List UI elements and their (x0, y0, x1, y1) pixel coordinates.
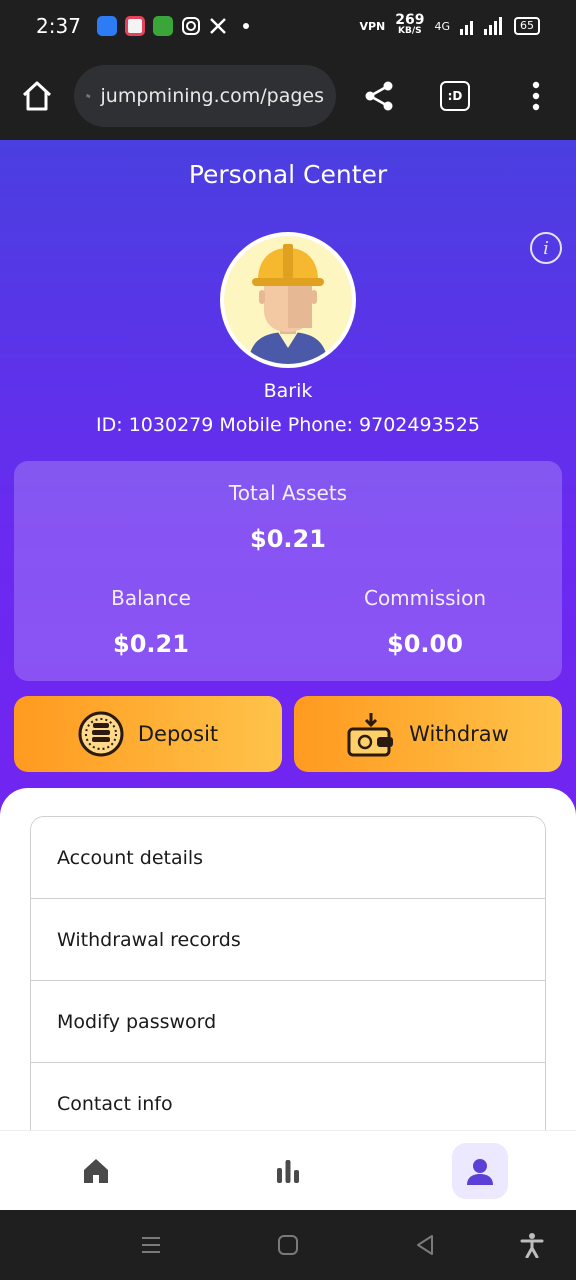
info-icon[interactable]: i (530, 232, 562, 264)
speed-value: 269 (395, 12, 425, 28)
personal-center-page: Personal Center i Barik ID: 1030279 Mobi… (0, 140, 576, 1130)
speed-unit: KB/S (398, 26, 422, 36)
network-speed: 269 KB/S (395, 12, 425, 37)
grid-notification-icon (152, 16, 173, 36)
chart-icon (277, 1159, 299, 1183)
menu-item-account-details[interactable]: Account details (31, 817, 545, 899)
menu-item-label: Account details (57, 846, 204, 869)
site-settings-icon[interactable] (86, 85, 91, 107)
x-icon (210, 18, 226, 34)
commission-value: $0.00 (387, 630, 463, 658)
withdraw-label: Withdraw (409, 722, 509, 746)
address-bar[interactable]: jumpmining.com/pages (74, 65, 336, 127)
assets-card: Total Assets $0.21 Balance $0.21 Commiss… (14, 461, 562, 681)
recents-icon[interactable] (140, 1234, 162, 1256)
more-notifications-dot (242, 23, 249, 29)
app-notification-icon (96, 16, 117, 36)
battery-indicator: 65 (514, 17, 540, 35)
menu-item-contact-info[interactable]: Contact info (31, 1063, 545, 1130)
total-assets-value: $0.21 (250, 525, 326, 553)
home-browser-icon[interactable] (20, 79, 54, 113)
menu-item-label: Modify password (57, 1010, 217, 1033)
notification-icons (96, 16, 249, 36)
total-assets-label: Total Assets (228, 481, 348, 505)
menu-item-label: Contact info (57, 1092, 173, 1115)
bottom-nav (0, 1130, 576, 1210)
browser-toolbar: jumpmining.com/pages :D (0, 52, 576, 140)
menu-list: Account details Withdrawal records Modif… (30, 816, 546, 1130)
status-bar: 2:37 VPN 269 KB/S 4G 65 (0, 0, 576, 52)
tab-switcher-icon[interactable]: :D (440, 81, 470, 111)
url-text: jumpmining.com/pages (100, 85, 324, 107)
balance-value: $0.21 (113, 630, 189, 658)
withdraw-button[interactable]: Withdraw (294, 696, 562, 772)
vpn-label: VPN (359, 19, 386, 33)
accessibility-icon[interactable] (520, 1232, 544, 1258)
menu-item-label: Withdrawal records (57, 928, 241, 951)
menu-item-modify-password[interactable]: Modify password (31, 981, 545, 1063)
balance-label: Balance (111, 586, 191, 610)
username: Barik (263, 380, 313, 402)
network-type: 4G (434, 19, 450, 33)
nav-home[interactable] (68, 1143, 124, 1199)
more-menu-icon[interactable] (532, 81, 540, 111)
nav-profile[interactable] (452, 1142, 508, 1199)
menu-panel: Account details Withdrawal records Modif… (0, 788, 576, 1130)
menu-item-withdrawal-records[interactable]: Withdrawal records (31, 899, 545, 981)
wallet-withdraw-icon (347, 713, 394, 757)
share-icon[interactable] (362, 79, 396, 113)
system-nav-bar (0, 1210, 576, 1280)
back-icon[interactable] (414, 1234, 436, 1256)
avatar (220, 232, 356, 368)
instagram-icon (181, 17, 200, 35)
home-icon (84, 1158, 108, 1183)
page-title: Personal Center (188, 160, 388, 189)
nav-stats[interactable] (260, 1143, 316, 1199)
user-id-phone: ID: 1030279 Mobile Phone: 9702493525 (96, 414, 480, 436)
vpn-indicator: VPN (359, 21, 385, 32)
deposit-label: Deposit (137, 722, 219, 746)
status-time: 2:37 (36, 14, 81, 38)
home-nav-icon[interactable] (277, 1234, 299, 1256)
coin-stack-icon (78, 711, 124, 757)
balance-section: Balance $0.21 (14, 586, 288, 658)
deposit-button[interactable]: Deposit (14, 696, 282, 772)
photos-notification-icon (124, 16, 145, 36)
status-indicators: VPN 269 KB/S 4G 65 (359, 12, 540, 37)
signal-icon (460, 17, 502, 35)
tab-count: :D (447, 89, 463, 103)
commission-label: Commission (363, 586, 487, 610)
commission-section: Commission $0.00 (288, 586, 562, 658)
user-icon (467, 1158, 493, 1185)
worker-avatar-icon (248, 244, 328, 364)
